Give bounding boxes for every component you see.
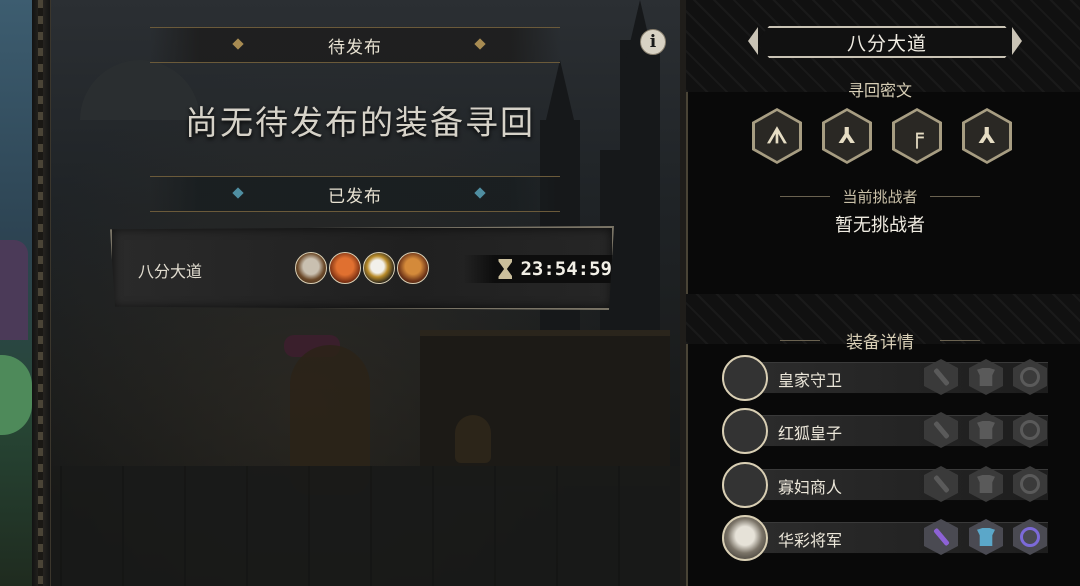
entry-name: 八分大道 — [138, 262, 203, 281]
royal-guard-portrait-icon — [295, 252, 327, 284]
stone-floor — [0, 466, 680, 586]
sword-icon — [932, 420, 950, 440]
ring-icon — [1020, 527, 1040, 547]
cipher-label-text: 寻回密文 — [847, 81, 912, 100]
rune-icon: ╒ — [892, 108, 942, 164]
left-scene-edge — [0, 0, 32, 586]
rune-icon: ᗑ — [752, 108, 802, 164]
entry-timer: 23:54:59 — [464, 255, 614, 283]
pending-section-header: 待发布 — [150, 27, 560, 63]
cipher-section-label: 寻回密文 — [780, 77, 980, 101]
armor-icon — [977, 475, 995, 493]
challenger-label: 当前挑战者 — [780, 186, 980, 207]
rune-glyph: ⅄ — [978, 123, 996, 149]
published-section-header: 已发布 — [150, 176, 560, 212]
entry-member-portraits — [295, 252, 429, 284]
royal-guard-portrait-icon — [722, 355, 768, 401]
sword-icon — [932, 367, 950, 387]
sword-icon — [932, 527, 950, 547]
widow-merchant-portrait-icon — [363, 252, 395, 284]
fox-portrait-icon — [397, 252, 429, 284]
published-entry-card[interactable]: 八分大道 23:54:59 — [110, 226, 614, 310]
armor-icon — [977, 368, 995, 386]
tower-silhouette — [620, 40, 660, 380]
sword-icon — [932, 474, 950, 494]
widow-merchant-portrait-icon — [722, 462, 768, 508]
hourglass-icon — [498, 259, 513, 279]
published-label: 已发布 — [328, 186, 382, 207]
panel-title: 八分大道 — [756, 26, 1018, 58]
equipment-row-name: 华彩将军 — [778, 531, 843, 550]
diamond-ornament-icon — [474, 38, 486, 50]
market-stall — [420, 330, 670, 486]
equipment-row-name: 红狐皇子 — [778, 424, 843, 443]
figure-sprite — [0, 240, 28, 340]
pending-label: 待发布 — [328, 37, 382, 58]
diamond-ornament-icon — [232, 38, 244, 50]
red-fox-prince-portrait-icon — [329, 252, 361, 284]
rune-glyph: ᗑ — [766, 123, 788, 149]
armor-icon — [977, 421, 995, 439]
red-fox-prince-portrait-icon — [722, 408, 768, 454]
equipment-row-name: 寡妇商人 — [778, 478, 843, 497]
timer-value: 23:54:59 — [520, 258, 612, 280]
equipment-row[interactable]: 华彩将军 — [722, 515, 1052, 561]
equipment-row[interactable]: 红狐皇子 — [722, 408, 1052, 454]
chevron-left-icon — [748, 27, 758, 55]
equipment-section-label: 装备详情 — [780, 328, 980, 353]
left-ornate-frame — [32, 0, 51, 586]
equipment-row-name: 皇家守卫 — [778, 371, 843, 390]
ring-icon — [1020, 367, 1040, 387]
rune-glyph: ╒ — [910, 123, 924, 149]
bell-prop — [455, 415, 491, 463]
challenger-value: 暂无挑战者 — [835, 215, 925, 236]
rune-glyph: ⅄ — [838, 123, 856, 149]
tree-sprite — [0, 355, 32, 435]
cipher-rune-row: ᗑ ⅄ ╒ ⅄ — [752, 108, 1012, 164]
empty-pending-message: 尚无待发布的装备寻回 — [185, 103, 535, 142]
ring-icon — [1020, 420, 1040, 440]
equipment-row[interactable]: 寡妇商人 — [722, 462, 1052, 508]
colorful-general-portrait-icon — [722, 515, 768, 561]
equipment-row[interactable]: 皇家守卫 — [722, 355, 1052, 401]
diamond-ornament-icon — [232, 187, 244, 199]
chevron-right-icon — [1012, 27, 1022, 55]
ring-icon — [1020, 474, 1040, 494]
rune-icon: ⅄ — [822, 108, 872, 164]
rune-icon: ⅄ — [962, 108, 1012, 164]
info-icon[interactable]: i — [640, 29, 666, 55]
diamond-ornament-icon — [474, 187, 486, 199]
armor-icon — [977, 528, 995, 546]
